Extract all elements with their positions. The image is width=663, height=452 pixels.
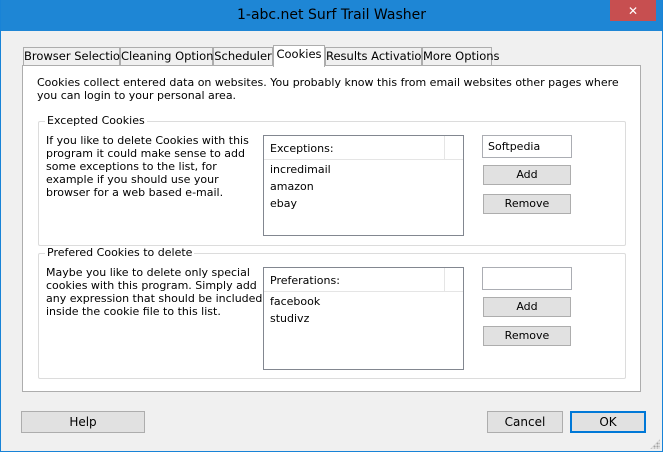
close-icon: ✕ [627, 3, 639, 18]
exception-input[interactable]: Softpedia [482, 135, 572, 158]
excepted-cookies-group: Excepted Cookies If you like to delete C… [38, 114, 626, 246]
tab-browser-selection[interactable]: Browser Selection [23, 47, 127, 66]
ok-button[interactable]: OK [570, 411, 646, 433]
window-title: 1-abc.net Surf Trail Washer [236, 7, 426, 23]
add-preferation-button[interactable]: Add [483, 297, 571, 317]
cookies-tab-panel: Cookies collect entered data on websites… [22, 65, 641, 392]
remove-preferation-button[interactable]: Remove [483, 326, 571, 346]
cancel-button[interactable]: Cancel [487, 411, 563, 433]
preferred-cookies-description: Maybe you like to delete only special co… [46, 266, 263, 318]
preferations-list-header[interactable]: Preferations: [264, 268, 463, 292]
tab-cleaning-options[interactable]: Cleaning Options [120, 47, 219, 66]
help-button[interactable]: Help [21, 411, 145, 433]
tab-more-options[interactable]: More Options [422, 47, 500, 66]
tab-scheduler[interactable]: Scheduler [213, 47, 273, 66]
exceptions-list[interactable]: Exceptions: incredimail amazon ebay [263, 135, 464, 236]
list-item[interactable]: studivz [264, 309, 463, 326]
list-item[interactable]: facebook [264, 292, 463, 309]
list-item[interactable]: incredimail [264, 160, 463, 177]
dialog-body: Browser Selection Cleaning Options Sched… [9, 31, 654, 444]
preferations-list[interactable]: Preferations: facebook studivz [263, 267, 464, 370]
tab-cookies[interactable]: Cookies [273, 45, 325, 67]
add-exception-button[interactable]: Add [483, 165, 571, 185]
list-item[interactable]: amazon [264, 177, 463, 194]
intro-text: Cookies collect entered data on websites… [37, 76, 619, 102]
remove-exception-button[interactable]: Remove [483, 194, 571, 214]
excepted-cookies-description: If you like to delete Cookies with this … [46, 134, 249, 199]
list-item[interactable]: ebay [264, 194, 463, 211]
preferation-input[interactable] [482, 267, 572, 290]
app-window: 1-abc.net Surf Trail Washer ✕ Browser Se… [0, 0, 663, 452]
preferred-cookies-group: Prefered Cookies to delete Maybe you lik… [38, 246, 626, 379]
exceptions-list-header[interactable]: Exceptions: [264, 136, 463, 160]
excepted-cookies-title: Excepted Cookies [45, 114, 147, 127]
close-button[interactable]: ✕ [610, 0, 656, 21]
preferred-cookies-title: Prefered Cookies to delete [45, 246, 195, 259]
tab-results-activation[interactable]: Results Activation [325, 47, 429, 66]
title-bar[interactable]: 1-abc.net Surf Trail Washer ✕ [1, 0, 662, 31]
